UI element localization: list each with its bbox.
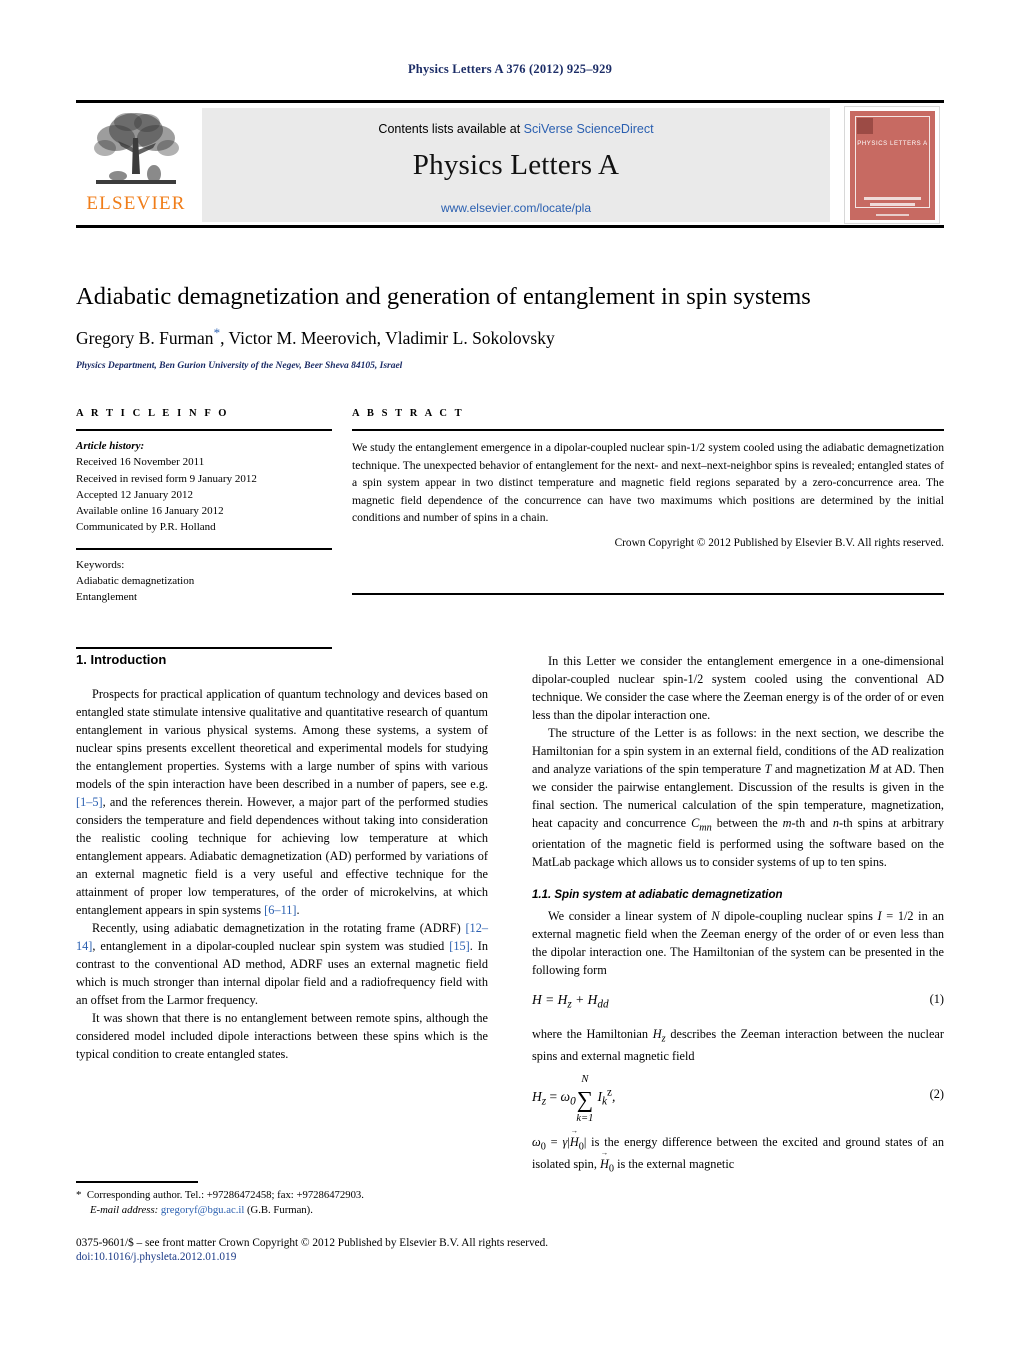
equation-1-number: (1)	[929, 992, 944, 1007]
masthead-center-panel: Contents lists available at SciVerse Sci…	[202, 108, 830, 222]
elsevier-logo: ELSEVIER	[80, 108, 192, 222]
cover-logo-icon	[857, 118, 873, 134]
page-title: Adiabatic demagnetization and generation…	[76, 283, 811, 310]
keyword-item: Entanglement	[76, 591, 138, 604]
abstract-copyright: Crown Copyright © 2012 Published by Else…	[614, 537, 944, 550]
cover-title-text: PHYSICS LETTERS A	[857, 141, 928, 147]
summation-symbol: ∑ Nk=1	[576, 1074, 594, 1124]
authors-rest: , Victor M. Meerovich, Vladimir L. Sokol…	[220, 328, 555, 349]
history-item: Communicated by P.R. Holland	[76, 521, 216, 534]
cover-footer-bar-2	[870, 203, 915, 206]
cover-footer-bar-3	[876, 214, 909, 216]
article-info-rule-bottom	[76, 647, 332, 650]
paper-page: Physics Letters A 376 (2012) 925–929 ELS…	[0, 0, 1020, 1351]
equation-1: H = Hz + Hdd (1)	[532, 992, 944, 1012]
cover-footer-bar-1	[864, 197, 921, 200]
equation-2-number: (2)	[929, 1086, 944, 1101]
paragraph: We consider a linear system of N dipole-…	[532, 909, 944, 978]
page-footer: 0375-9601/$ – see front matter Crown Cop…	[76, 1237, 944, 1263]
keywords-block: Keywords: Adiabatic demagnetization Enta…	[76, 557, 332, 606]
article-info-column: A R T I C L E I N F O Article history: R…	[76, 408, 332, 650]
keywords-label: Keywords:	[76, 558, 125, 571]
journal-masthead: ELSEVIER Contents lists available at Sci…	[76, 100, 944, 228]
email-owner: (G.B. Furman).	[246, 1204, 313, 1217]
email-link[interactable]: gregoryf@bgu.ac.il	[161, 1204, 244, 1216]
article-info-heading: A R T I C L E I N F O	[76, 408, 230, 419]
equation-2: Hz = ω0∑ Nk=1 Ikz, (2)	[532, 1074, 944, 1124]
email-label: E-mail address:	[90, 1204, 159, 1217]
masthead-bottom-rule	[76, 225, 944, 228]
email-note: E-mail address: gregoryf@bgu.ac.il (G.B.…	[76, 1203, 488, 1219]
masthead-top-rule	[76, 100, 944, 103]
title-block: Adiabatic demagnetization and generation…	[76, 282, 944, 371]
para-text: .	[296, 903, 300, 917]
para-text: Prospects for practical application of q…	[76, 687, 488, 791]
footer-copyright: 0375-9601/$ – see front matter Crown Cop…	[76, 1237, 549, 1249]
journal-url-link[interactable]: www.elsevier.com/locate/pla	[202, 201, 830, 215]
paragraph: The structure of the Letter is as follow…	[532, 726, 944, 870]
paragraph: It was shown that there is no entangleme…	[76, 1011, 488, 1061]
para-text: Recently, using adiabatic demagnetizatio…	[92, 921, 466, 935]
para-text: , entanglement in a dipolar-coupled nucl…	[92, 939, 450, 953]
corresponding-author-note: * Corresponding author. Tel.: +972864724…	[76, 1188, 488, 1204]
right-text-column: In this Letter we consider the entanglem…	[532, 652, 944, 1176]
abstract-rule-bottom	[352, 593, 944, 596]
section-heading-introduction: 1. Introduction	[76, 652, 167, 667]
article-info-rule-mid	[76, 547, 332, 550]
corresponding-author-text: Corresponding author. Tel.: +97286472458…	[86, 1188, 364, 1201]
paragraph: where the Hamiltonian Hz describes the Z…	[532, 1027, 944, 1063]
history-item: Available online 16 January 2012	[76, 505, 224, 518]
sciencedirect-link[interactable]: SciVerse ScienceDirect	[524, 122, 654, 136]
affiliation: Physics Department, Ben Gurion Universit…	[76, 361, 403, 372]
citation-link[interactable]: [1–5]	[76, 795, 103, 809]
contents-prefix: Contents lists available at	[378, 122, 524, 136]
citation-link[interactable]: [15]	[449, 939, 470, 953]
asterisk-icon: *	[76, 1188, 82, 1201]
equation-1-body: H = Hz + Hdd	[532, 992, 609, 1012]
paragraph: Recently, using adiabatic demagnetizatio…	[76, 919, 488, 1009]
running-head: Physics Letters A 376 (2012) 925–929	[407, 62, 613, 76]
paragraph: ω0 = γ|H0| is the energy difference betw…	[532, 1127, 944, 1176]
para-text: , and the references therein. However, a…	[76, 795, 488, 917]
contents-available-line: Contents lists available at SciVerse Sci…	[202, 108, 830, 136]
abstract-heading: A B S T R A C T	[352, 408, 465, 419]
footnote-block: * Corresponding author. Tel.: +972864724…	[76, 1181, 488, 1219]
paragraph: Prospects for practical application of q…	[76, 685, 488, 919]
keyword-item: Adiabatic demagnetization	[76, 574, 195, 587]
paragraph: In this Letter we consider the entanglem…	[532, 654, 944, 722]
author-list: Gregory B. Furman*, Victor M. Meerovich,…	[76, 325, 944, 349]
citation-link[interactable]: [6–11]	[264, 903, 296, 917]
author-1: Gregory B. Furman	[76, 328, 214, 349]
doi-link[interactable]: doi:10.1016/j.physleta.2012.01.019	[76, 1251, 944, 1263]
equation-2-body: Hz = ω0∑ Nk=1 Ikz,	[532, 1074, 616, 1124]
journal-title: Physics Letters A	[412, 149, 620, 181]
elsevier-tree-icon	[94, 113, 179, 184]
history-item: Received 16 November 2011	[76, 456, 205, 469]
footnote-rule	[76, 1181, 198, 1183]
abstract-column: A B S T R A C T We study the entanglemen…	[352, 408, 944, 596]
elsevier-wordmark: ELSEVIER	[86, 193, 186, 214]
journal-cover-thumbnail: PHYSICS LETTERS A	[844, 106, 940, 224]
article-info-rule-top	[76, 429, 332, 431]
article-history-label: Article history:	[76, 440, 145, 452]
abstract-rule-top	[352, 429, 944, 431]
history-item: Accepted 12 January 2012	[76, 488, 193, 501]
article-history: Article history: Received 16 November 20…	[76, 438, 332, 536]
abstract-text: We study the entanglement emergence in a…	[352, 441, 944, 525]
subsection-heading: 1.1. Spin system at adiabatic demagnetiz…	[532, 889, 783, 902]
left-text-column: 1. Introduction Prospects for practical …	[76, 652, 488, 1063]
cover-inner: PHYSICS LETTERS A	[850, 111, 935, 220]
history-item: Received in revised form 9 January 2012	[76, 472, 257, 485]
